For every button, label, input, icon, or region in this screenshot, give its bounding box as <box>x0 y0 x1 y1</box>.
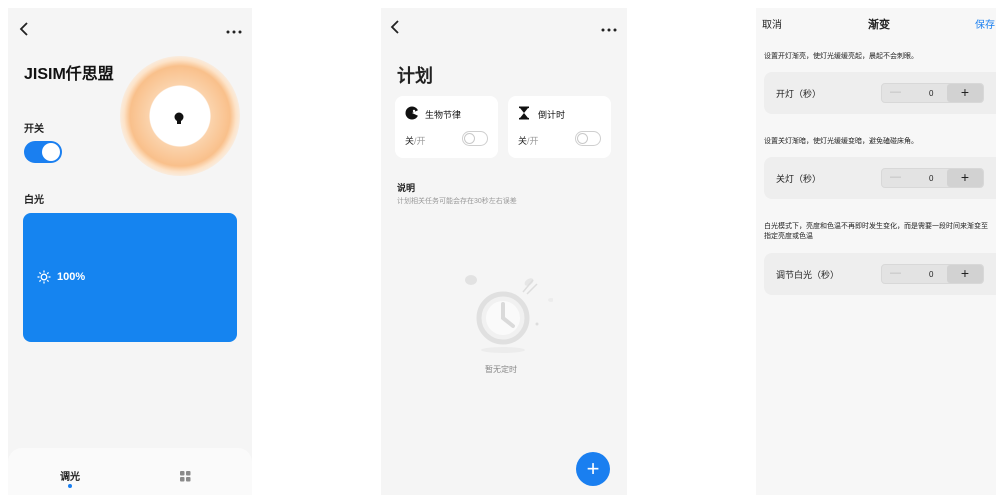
fade-off-row: 关灯（秒） — 0 + <box>764 157 996 199</box>
active-tab-indicator <box>68 484 72 488</box>
circadian-icon <box>405 106 420 125</box>
save-button[interactable]: 保存 <box>975 16 995 31</box>
stepper-value: 0 <box>929 270 934 279</box>
white-light-label: 白光 <box>24 195 44 206</box>
state-off: 关 <box>405 136 415 146</box>
alarm-clock-icon <box>463 270 554 363</box>
fade-off-description: 设置关灯渐暗，使灯光缓缓变暗，避免磕碰床角。 <box>764 138 918 145</box>
increment-button[interactable]: + <box>947 169 983 187</box>
add-schedule-button[interactable]: + <box>576 452 610 486</box>
sun-icon <box>37 270 51 289</box>
description-text: 计划相关任务可能会存在30秒左右误差 <box>397 198 517 205</box>
bottom-tab-bar: 调光 <box>8 448 252 495</box>
increment-button[interactable]: + <box>947 84 983 102</box>
light-control-screen: JISIM仟思盟 开关 白光 100% 调光 <box>8 8 252 495</box>
white-fade-row: 调节白光（秒） — 0 + <box>764 253 996 295</box>
countdown-toggle[interactable] <box>575 131 601 146</box>
card-state: 关/开 <box>518 134 539 147</box>
circadian-card[interactable]: 生物节律 关/开 <box>395 96 498 158</box>
state-on: 开 <box>529 136 539 146</box>
fade-off-label: 关灯（秒） <box>776 174 822 184</box>
toggle-knob <box>464 133 475 144</box>
page-title: 渐变 <box>868 19 890 31</box>
power-toggle[interactable] <box>24 141 62 163</box>
schedule-screen: 计划 生物节律 关/开 倒计时 关/开 说明 计划相关任务可能会存在30秒左右误… <box>381 8 627 495</box>
white-fade-label: 调节白光（秒） <box>776 270 840 280</box>
card-state: 关/开 <box>405 134 426 147</box>
bulb-icon[interactable] <box>174 112 184 131</box>
decrement-button[interactable]: — <box>890 86 901 98</box>
empty-state-text: 暂无定时 <box>485 365 517 374</box>
fade-on-row: 开灯（秒） — 0 + <box>764 72 996 114</box>
brightness-value: 100% <box>57 271 86 283</box>
device-name: JISIM仟思盟 <box>24 66 114 83</box>
white-fade-stepper: — 0 + <box>881 264 984 284</box>
grid-icon[interactable] <box>180 469 191 487</box>
fade-settings-screen: 取消 渐变 保存 设置开灯渐亮，使灯光缓缓亮起，晨起不会刺眼。 开灯（秒） — … <box>756 8 996 495</box>
tab-dimming[interactable]: 调光 <box>60 468 80 483</box>
fade-on-description: 设置开灯渐亮，使灯光缓缓亮起，晨起不会刺眼。 <box>764 53 918 60</box>
toggle-knob <box>577 133 588 144</box>
fade-off-stepper: — 0 + <box>881 168 984 188</box>
switch-label: 开关 <box>24 124 44 135</box>
back-icon[interactable] <box>18 22 30 41</box>
back-icon[interactable] <box>389 20 401 39</box>
card-title: 生物节律 <box>425 110 462 120</box>
countdown-card[interactable]: 倒计时 关/开 <box>508 96 611 158</box>
toggle-knob <box>42 143 60 161</box>
card-title: 倒计时 <box>538 110 566 120</box>
more-icon[interactable] <box>226 22 242 40</box>
stepper-value: 0 <box>929 174 934 183</box>
fade-on-stepper: — 0 + <box>881 83 984 103</box>
white-fade-description: 白光模式下，亮度和色温不再即时发生变化，而是需要一段时间来渐变至指定亮度或色温 <box>764 223 988 240</box>
description-title: 说明 <box>397 183 416 193</box>
state-on: 开 <box>416 136 426 146</box>
decrement-button[interactable]: — <box>890 171 901 183</box>
stepper-value: 0 <box>929 89 934 98</box>
brightness-panel[interactable]: 100% <box>23 213 237 342</box>
state-off: 关 <box>518 136 528 146</box>
cancel-button[interactable]: 取消 <box>762 16 782 31</box>
increment-button[interactable]: + <box>947 265 983 283</box>
more-icon[interactable] <box>601 20 617 38</box>
page-title: 计划 <box>397 66 433 86</box>
decrement-button[interactable]: — <box>890 267 901 279</box>
fade-on-label: 开灯（秒） <box>776 89 822 99</box>
circadian-toggle[interactable] <box>462 131 488 146</box>
hourglass-icon <box>518 106 530 125</box>
